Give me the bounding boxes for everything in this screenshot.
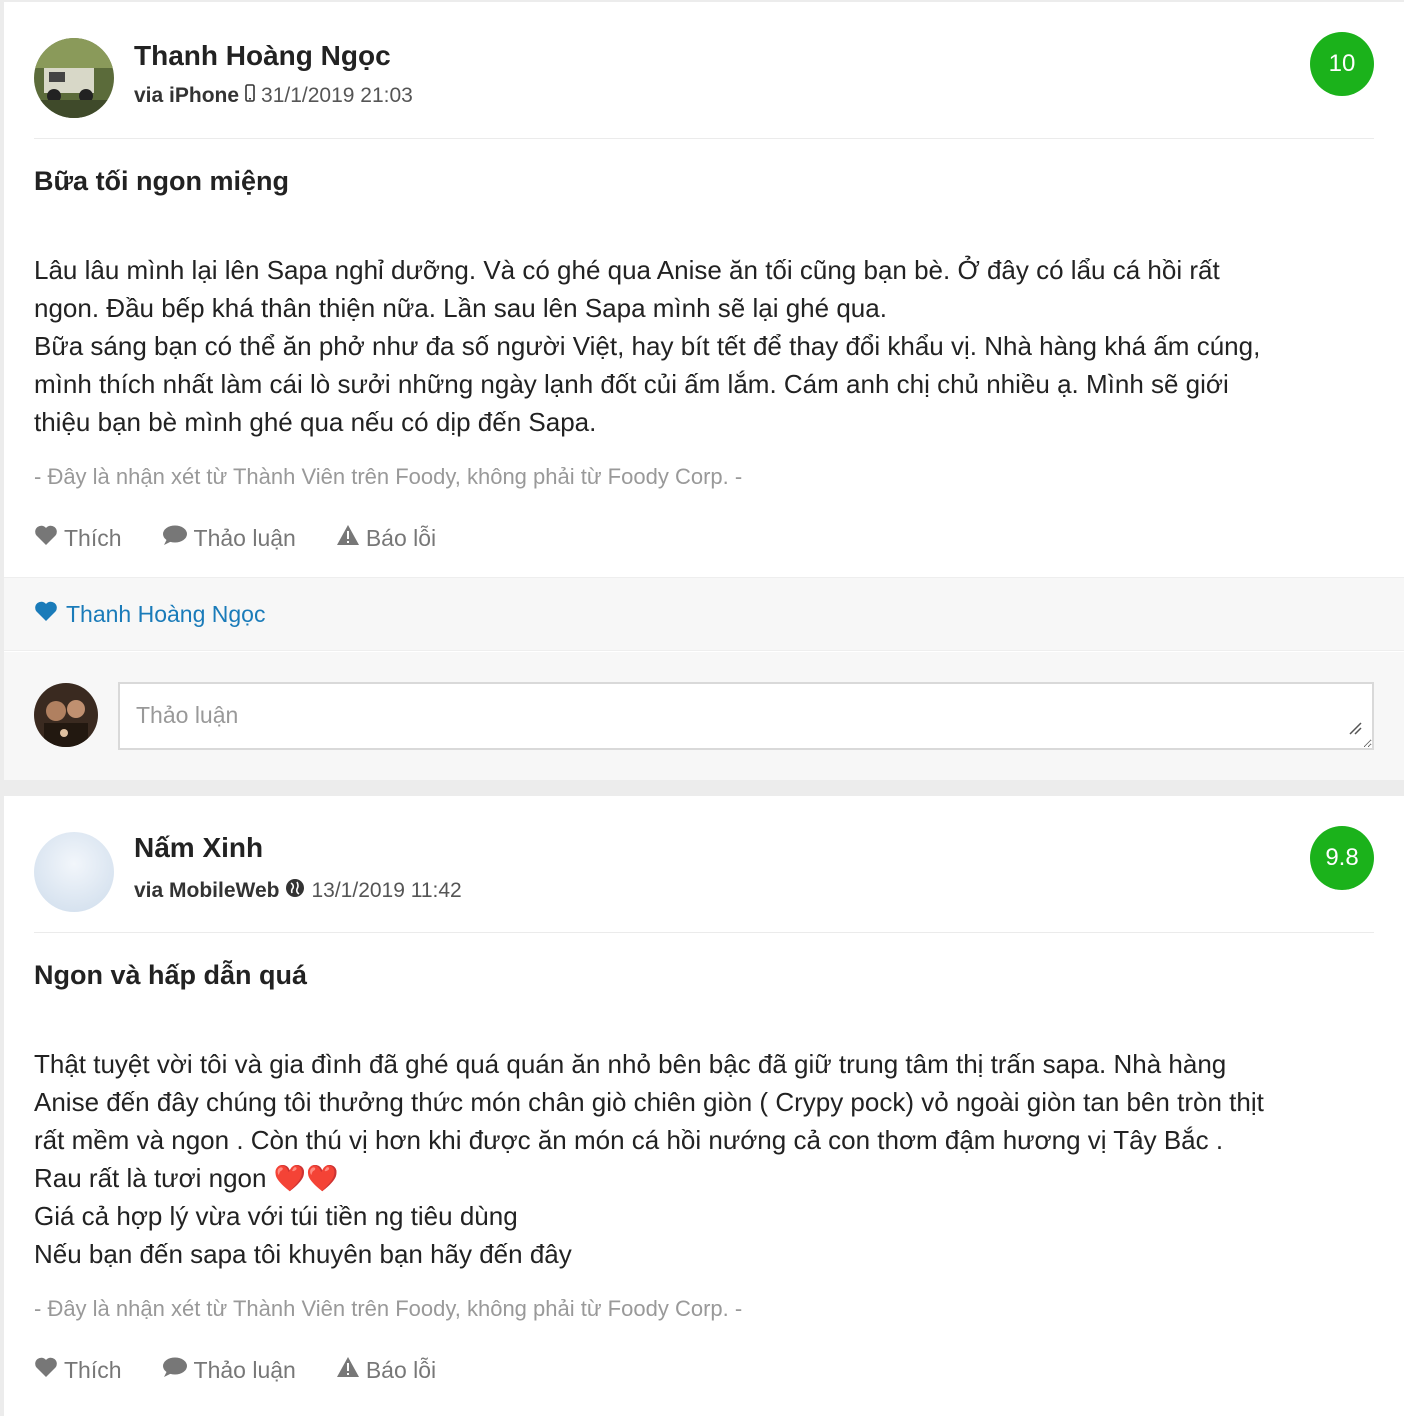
review-body-line: Rau rất là tươi ngon ❤️❤️ xyxy=(34,1163,339,1193)
review-body-line: Nếu bạn đến sapa tôi khuyên bạn hãy đến … xyxy=(34,1239,572,1269)
review-card: Nấm Xinh via MobileWeb 13/1/2019 11:42 9… xyxy=(4,796,1404,1416)
score-badge: 9.8 xyxy=(1310,826,1374,890)
like-label: Thích xyxy=(64,1356,122,1383)
user-avatar[interactable] xyxy=(34,38,114,118)
discuss-label: Thảo luận xyxy=(193,1356,296,1383)
comment-input[interactable] xyxy=(118,682,1374,750)
warning-icon xyxy=(336,524,366,552)
liker-name[interactable]: Thanh Hoàng Ngọc xyxy=(66,601,265,628)
via-source: via MobileWeb xyxy=(134,879,280,902)
review-title[interactable]: Bữa tối ngon miệng xyxy=(34,166,289,197)
report-button[interactable]: Báo lỗi xyxy=(336,1356,436,1384)
review-header: Nấm Xinh via MobileWeb 13/1/2019 11:42 9… xyxy=(34,796,1374,933)
user-avatar[interactable] xyxy=(34,832,114,912)
review-body-line: Thật tuyệt vời tôi và gia đình đã ghé qu… xyxy=(34,1049,1227,1079)
report-button[interactable]: Báo lỗi xyxy=(336,524,436,552)
post-meta: via MobileWeb 13/1/2019 11:42 xyxy=(134,878,462,904)
review-actions: Thích Thảo luận Báo lỗi xyxy=(34,1356,476,1384)
review-body-line: ngon. Đầu bếp khá thân thiện nữa. Lần sa… xyxy=(34,293,887,323)
speech-bubble-icon xyxy=(162,1356,194,1384)
review-body: Lâu lâu mình lại lên Sapa nghỉ dưỡng. Và… xyxy=(34,251,1374,441)
like-button[interactable]: Thích xyxy=(34,1356,122,1384)
report-label: Báo lỗi xyxy=(365,524,437,551)
review-card: Thanh Hoàng Ngọc via iPhone 31/1/2019 21… xyxy=(4,2,1404,780)
review-body-line: Anise đến đây chúng tôi thưởng thức món … xyxy=(34,1087,1264,1117)
review-header: Thanh Hoàng Ngọc via iPhone 31/1/2019 21… xyxy=(34,2,1374,139)
user-name[interactable]: Nấm Xinh xyxy=(134,832,263,864)
review-actions: Thích Thảo luận Báo lỗi xyxy=(34,524,476,552)
report-label: Báo lỗi xyxy=(365,1356,437,1383)
review-body: Thật tuyệt vời tôi và gia đình đã ghé qu… xyxy=(34,1045,1374,1273)
post-meta: via iPhone 31/1/2019 21:03 xyxy=(134,84,413,108)
like-button[interactable]: Thích xyxy=(34,524,122,552)
discuss-label: Thảo luận xyxy=(193,524,296,551)
mobile-phone-icon xyxy=(245,84,255,108)
score-badge: 10 xyxy=(1310,32,1374,96)
review-body-line: Lâu lâu mình lại lên Sapa nghỉ dưỡng. Và… xyxy=(34,255,1220,285)
like-label: Thích xyxy=(64,524,122,551)
globe-icon xyxy=(285,878,305,904)
liker-link[interactable]: Thanh Hoàng Ngọc xyxy=(34,600,265,628)
review-body-line: Bữa sáng bạn có thể ăn phở như đa số ngư… xyxy=(34,331,1261,361)
via-source: via iPhone xyxy=(134,84,240,107)
warning-icon xyxy=(336,1356,366,1384)
speech-bubble-icon xyxy=(162,524,194,552)
resize-grip-icon[interactable] xyxy=(1348,721,1362,740)
comment-bar xyxy=(4,652,1404,780)
discuss-button[interactable]: Thảo luận xyxy=(162,524,296,552)
review-body-line: mình thích nhất làm cái lò sưởi những ng… xyxy=(34,369,1229,399)
review-disclaimer: - Đây là nhận xét từ Thành Viên trên Foo… xyxy=(34,464,743,489)
review-title[interactable]: Ngon và hấp dẫn quá xyxy=(34,960,307,991)
discuss-button[interactable]: Thảo luận xyxy=(162,1356,296,1384)
user-name[interactable]: Thanh Hoàng Ngọc xyxy=(134,40,391,72)
heart-icon xyxy=(34,524,64,552)
review-body-line: Giá cả hợp lý vừa với túi tiền ng tiêu d… xyxy=(34,1201,518,1231)
post-timestamp: 13/1/2019 11:42 xyxy=(311,879,462,902)
review-body-line: thiệu bạn bè mình ghé qua nếu có dịp đến… xyxy=(34,407,597,437)
heart-icon xyxy=(34,600,66,628)
post-timestamp: 31/1/2019 21:03 xyxy=(261,84,413,107)
likes-bar: Thanh Hoàng Ngọc xyxy=(4,577,1404,651)
heart-icon xyxy=(34,1356,64,1384)
current-user-avatar xyxy=(34,683,98,747)
review-disclaimer: - Đây là nhận xét từ Thành Viên trên Foo… xyxy=(34,1296,743,1321)
review-body-line: rất mềm và ngon . Còn thú vị hơn khi đượ… xyxy=(34,1125,1224,1155)
